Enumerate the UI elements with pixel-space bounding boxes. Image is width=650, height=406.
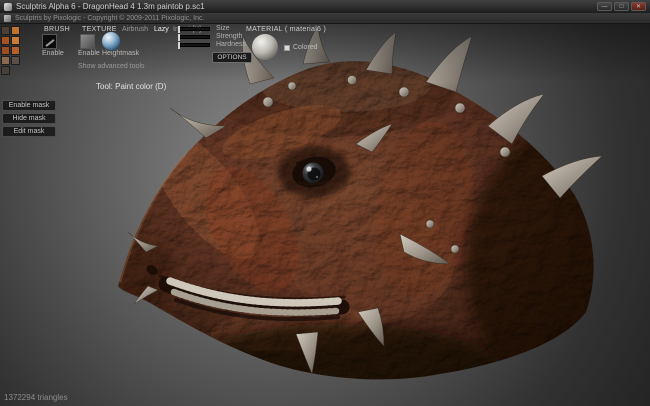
tool-icon-select[interactable] bbox=[1, 26, 10, 35]
texture-preview-icon[interactable] bbox=[80, 34, 95, 49]
window-title: Sculptris Alpha 6 - DragonHead 4 1.3m pa… bbox=[16, 2, 593, 11]
strength-slider-label: Strength bbox=[216, 33, 242, 40]
colored-checkbox-icon[interactable] bbox=[284, 45, 290, 51]
texture-enable-button[interactable]: Enable bbox=[78, 50, 100, 57]
tool-icon-grab[interactable] bbox=[11, 56, 20, 65]
hardness-slider[interactable] bbox=[178, 43, 210, 47]
heightmask-button[interactable]: Heightmask bbox=[102, 50, 139, 57]
pixologic-logo-icon bbox=[4, 15, 11, 22]
enable-mask-button[interactable]: Enable mask bbox=[2, 100, 56, 111]
size-slider-label: Size bbox=[216, 25, 230, 32]
window-controls: — □ ✕ bbox=[597, 2, 646, 11]
tool-icon-reduce[interactable] bbox=[1, 66, 10, 75]
texture-sphere-icon[interactable] bbox=[102, 32, 120, 50]
sculpt-tool-palette bbox=[1, 26, 22, 75]
strength-slider[interactable] bbox=[178, 35, 210, 39]
credit-bar: Sculptris by Pixologic - Copyright © 200… bbox=[0, 13, 650, 24]
tool-icon-inflate[interactable] bbox=[11, 36, 20, 45]
close-button[interactable]: ✕ bbox=[631, 2, 646, 11]
brush-section-label: BRUSH bbox=[44, 26, 70, 33]
options-button[interactable]: OPTIONS bbox=[212, 52, 252, 63]
maximize-button[interactable]: □ bbox=[614, 2, 629, 11]
hardness-slider-label: Hardness bbox=[216, 41, 246, 48]
tool-icon-smooth[interactable] bbox=[1, 56, 10, 65]
titlebar[interactable]: Sculptris Alpha 6 - DragonHead 4 1.3m pa… bbox=[0, 0, 650, 13]
colored-toggle[interactable]: Colored bbox=[284, 44, 318, 51]
colored-label: Colored bbox=[293, 44, 318, 51]
tool-icon-pinch[interactable] bbox=[1, 46, 10, 55]
brush-preview-icon[interactable] bbox=[42, 34, 57, 49]
brush-enable-button[interactable]: Enable bbox=[42, 50, 64, 57]
app-window: Sculptris Alpha 6 - DragonHead 4 1.3m pa… bbox=[0, 0, 650, 406]
lazy-toggle[interactable]: Lazy bbox=[154, 26, 169, 33]
active-tool-status: Tool: Paint color (D) bbox=[96, 82, 166, 91]
tool-icon-crease[interactable] bbox=[1, 36, 10, 45]
minimize-button[interactable]: — bbox=[597, 2, 612, 11]
material-sphere-icon[interactable] bbox=[252, 34, 278, 60]
show-advanced-tools-button[interactable]: Show advanced tools bbox=[78, 63, 145, 70]
app-icon bbox=[4, 3, 12, 11]
tool-icon-draw[interactable] bbox=[11, 26, 20, 35]
dragon-head-surface bbox=[118, 47, 650, 406]
size-slider[interactable] bbox=[178, 27, 210, 31]
edit-mask-button[interactable]: Edit mask bbox=[2, 126, 56, 137]
triangle-count: 1372294 triangles bbox=[4, 393, 68, 402]
material-section-label: MATERIAL ( material6 ) bbox=[246, 26, 326, 33]
hide-mask-button[interactable]: Hide mask bbox=[2, 113, 56, 124]
tool-icon-flatten[interactable] bbox=[11, 46, 20, 55]
airbrush-toggle[interactable]: Airbrush bbox=[122, 26, 148, 33]
credit-text: Sculptris by Pixologic - Copyright © 200… bbox=[15, 15, 204, 22]
